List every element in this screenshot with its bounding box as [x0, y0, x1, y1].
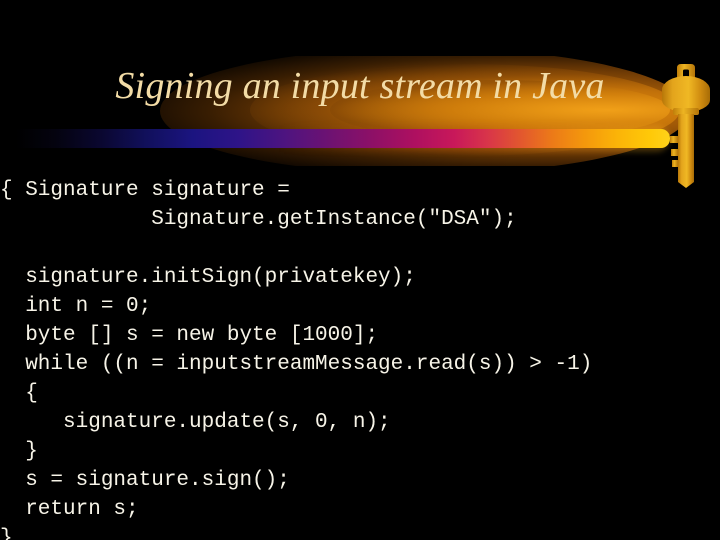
code-line: while ((n = inputstreamMessage.read(s)) …: [0, 353, 593, 376]
code-line: signature.initSign(privatekey);: [0, 266, 416, 289]
spectrum-bar-glow-icon: [16, 125, 670, 152]
code-block: { Signature signature = Signature.getIns…: [0, 176, 720, 540]
page-title: Signing an input stream in Java: [115, 65, 605, 107]
code-line: }: [0, 440, 38, 463]
slide-canvas: Signing an input stream in Java { Signat…: [0, 0, 720, 540]
code-line: int n = 0;: [0, 295, 152, 318]
spectrum-bar-icon: [16, 129, 670, 148]
code-line: Signature.getInstance("DSA");: [0, 208, 517, 231]
code-line: { Signature signature =: [0, 179, 290, 202]
code-line: }: [0, 527, 13, 540]
code-line: {: [0, 382, 38, 405]
code-line: signature.update(s, 0, n);: [0, 411, 391, 434]
code-line: return s;: [0, 498, 139, 521]
code-line: s = signature.sign();: [0, 469, 290, 492]
code-line: byte [] s = new byte [1000];: [0, 324, 379, 347]
